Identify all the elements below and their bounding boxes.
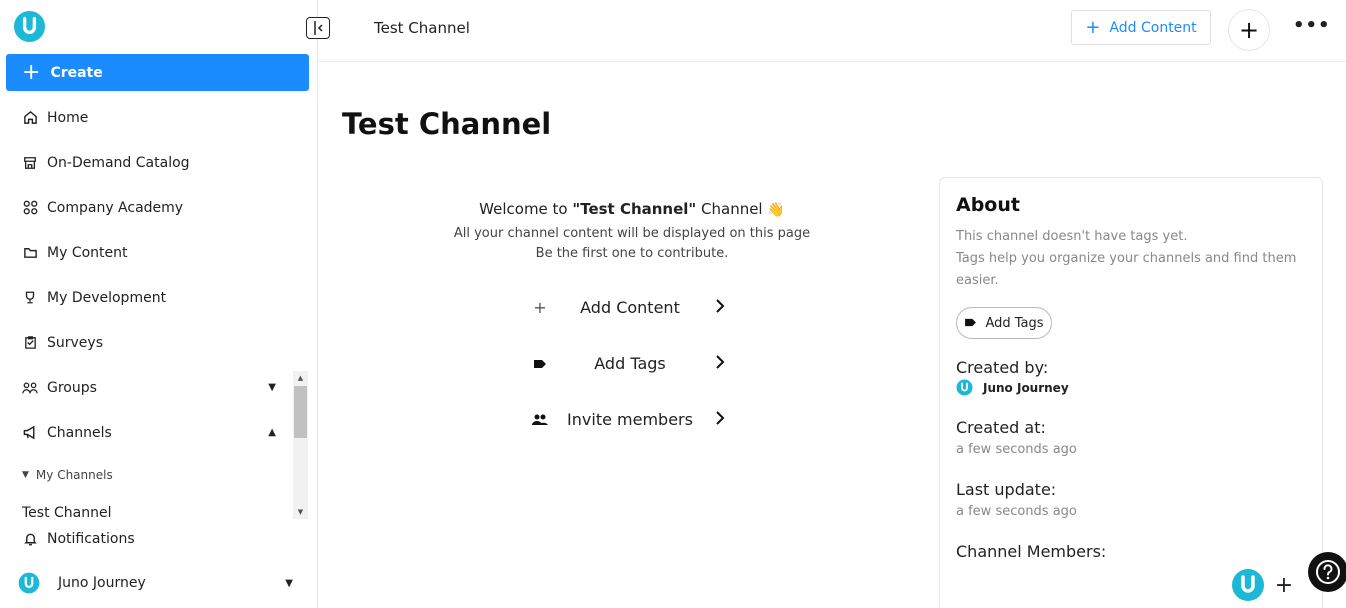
plus-icon: + [22, 59, 41, 85]
people-icon [530, 410, 550, 429]
action-label: Invite members [567, 409, 693, 429]
collapse-sidebar-button[interactable] [306, 17, 330, 39]
home-icon [22, 110, 38, 126]
create-button[interactable]: + Create [6, 54, 309, 91]
chevron-down-icon[interactable]: ▼ [285, 578, 293, 589]
action-label: Add Tags [594, 353, 666, 373]
juno-logo-icon[interactable] [13, 10, 46, 43]
sidebar-item-my-development[interactable]: My Development [0, 275, 293, 320]
chevron-right-icon [710, 298, 730, 317]
avatar [956, 379, 973, 396]
clipboard-icon [22, 335, 38, 351]
user-name: Juno Journey [58, 575, 146, 591]
plus-icon: + [1085, 16, 1101, 38]
plus-icon: + [533, 297, 547, 317]
juno-assistant-icon[interactable] [1231, 568, 1265, 602]
sidebar-item-channels[interactable]: Channels ▲ [0, 410, 293, 455]
sidebar-scrollbar[interactable]: ▲ ▼ [293, 371, 308, 519]
creator-name: Juno Journey [983, 380, 1069, 395]
sidebar-item-surveys[interactable]: Surveys [0, 320, 293, 365]
tag-icon [530, 354, 550, 373]
sidebar: + Create Home On-Demand Catalog Company … [0, 0, 318, 608]
sidebar-item-label: On-Demand Catalog [47, 154, 190, 171]
about-title: About [956, 194, 1020, 216]
sidebar-item-groups[interactable]: Groups ▼ [0, 365, 293, 410]
action-add-tags[interactable]: Add Tags [530, 345, 730, 381]
more-options-icon[interactable]: ••• [1293, 15, 1331, 36]
subtitle-line-2: Be the first one to contribute. [535, 246, 729, 261]
chevron-right-icon [710, 354, 730, 373]
scroll-down-arrow-icon[interactable]: ▼ [293, 505, 308, 519]
welcome-suffix: Channel [696, 200, 763, 218]
last-update-label: Last update: [956, 480, 1057, 499]
welcome-block: Welcome to "Test Channel" Channel 👋 All … [342, 200, 922, 264]
app-root: + Create Home On-Demand Catalog Company … [0, 0, 1346, 608]
created-at-value: a few seconds ago [956, 442, 1077, 457]
group-icon [22, 380, 38, 396]
chevron-down-icon[interactable]: ▼ [268, 382, 276, 393]
trophy-icon [22, 290, 38, 306]
action-label: Add Content [580, 297, 680, 317]
sidebar-item-label: My Development [47, 289, 167, 306]
add-tags-label: Add Tags [985, 315, 1044, 331]
sidebar-item-label: Surveys [47, 334, 103, 351]
add-content-label: Add Content [1109, 19, 1197, 36]
waving-hand-icon: 👋 [767, 202, 785, 218]
sidebar-item-on-demand-catalog[interactable]: On-Demand Catalog [0, 140, 293, 185]
creator[interactable]: Juno Journey [956, 379, 1069, 396]
created-at-label: Created at: [956, 418, 1046, 437]
sidebar-item-company-academy[interactable]: Company Academy [0, 185, 293, 230]
floating-plus-button[interactable]: + [1267, 568, 1301, 602]
tag-icon [964, 316, 977, 331]
action-add-content[interactable]: + Add Content [530, 289, 730, 325]
megaphone-icon [22, 425, 38, 441]
triangle-down-icon: ▼ [22, 470, 29, 480]
page-title: Test Channel [342, 107, 552, 141]
add-tags-button[interactable]: Add Tags [956, 307, 1052, 339]
sidebar-item-label: Company Academy [47, 199, 184, 216]
my-channels-label: My Channels [35, 468, 113, 482]
last-update-value: a few seconds ago [956, 504, 1077, 519]
action-invite-members[interactable]: Invite members [530, 401, 730, 437]
chevron-right-icon [710, 410, 730, 429]
chevron-up-icon[interactable]: ▲ [268, 427, 276, 438]
bell-icon [22, 531, 38, 547]
about-description: This channel doesn't have tags yet. Tags… [956, 226, 1306, 292]
about-desc-line-2: Tags help you organize your channels and… [956, 251, 1297, 288]
collapse-sidebar-icon [314, 21, 323, 35]
folder-icon [22, 245, 38, 261]
avatar [18, 572, 40, 594]
sidebar-item-label: My Content [47, 244, 128, 261]
welcome-message: Welcome to "Test Channel" Channel 👋 [342, 200, 922, 218]
sidebar-item-label: Home [47, 109, 89, 126]
subtitle-line-1: All your channel content will be display… [453, 226, 811, 241]
sidebar-item-my-content[interactable]: My Content [0, 230, 293, 275]
sidebar-item-label: Channels [47, 424, 112, 441]
create-label: Create [50, 64, 103, 81]
top-bar: Test Channel + Add Content + ••• [306, 0, 1346, 62]
sidebar-item-label: Groups [47, 379, 97, 396]
sidebar-item-notifications[interactable]: Notifications [0, 516, 293, 561]
add-content-button[interactable]: + Add Content [1071, 10, 1211, 45]
help-button[interactable] [1308, 552, 1346, 592]
apps-icon [22, 200, 38, 216]
create-plus-button[interactable]: + [1228, 9, 1270, 51]
created-by-label: Created by: [956, 358, 1049, 377]
welcome-subtitle: All your channel content will be display… [342, 224, 922, 264]
sidebar-item-home[interactable]: Home [0, 95, 293, 140]
user-menu[interactable]: Juno Journey ▼ [0, 567, 317, 599]
channel-members-label: Channel Members: [956, 542, 1107, 561]
welcome-channel-name: "Test Channel" [572, 200, 697, 218]
about-panel: About This channel doesn't have tags yet… [939, 177, 1323, 608]
storefront-icon [22, 155, 38, 171]
about-desc-line-1: This channel doesn't have tags yet. [956, 229, 1188, 244]
scroll-thumb[interactable] [294, 386, 307, 438]
sidebar-item-label: Notifications [47, 530, 135, 547]
welcome-prefix: Welcome to [479, 200, 573, 218]
question-icon [1316, 560, 1340, 584]
page-breadcrumb-title: Test Channel [374, 19, 470, 37]
my-channels-toggle[interactable]: ▼ My Channels [22, 468, 113, 482]
scroll-up-arrow-icon[interactable]: ▲ [293, 371, 308, 385]
